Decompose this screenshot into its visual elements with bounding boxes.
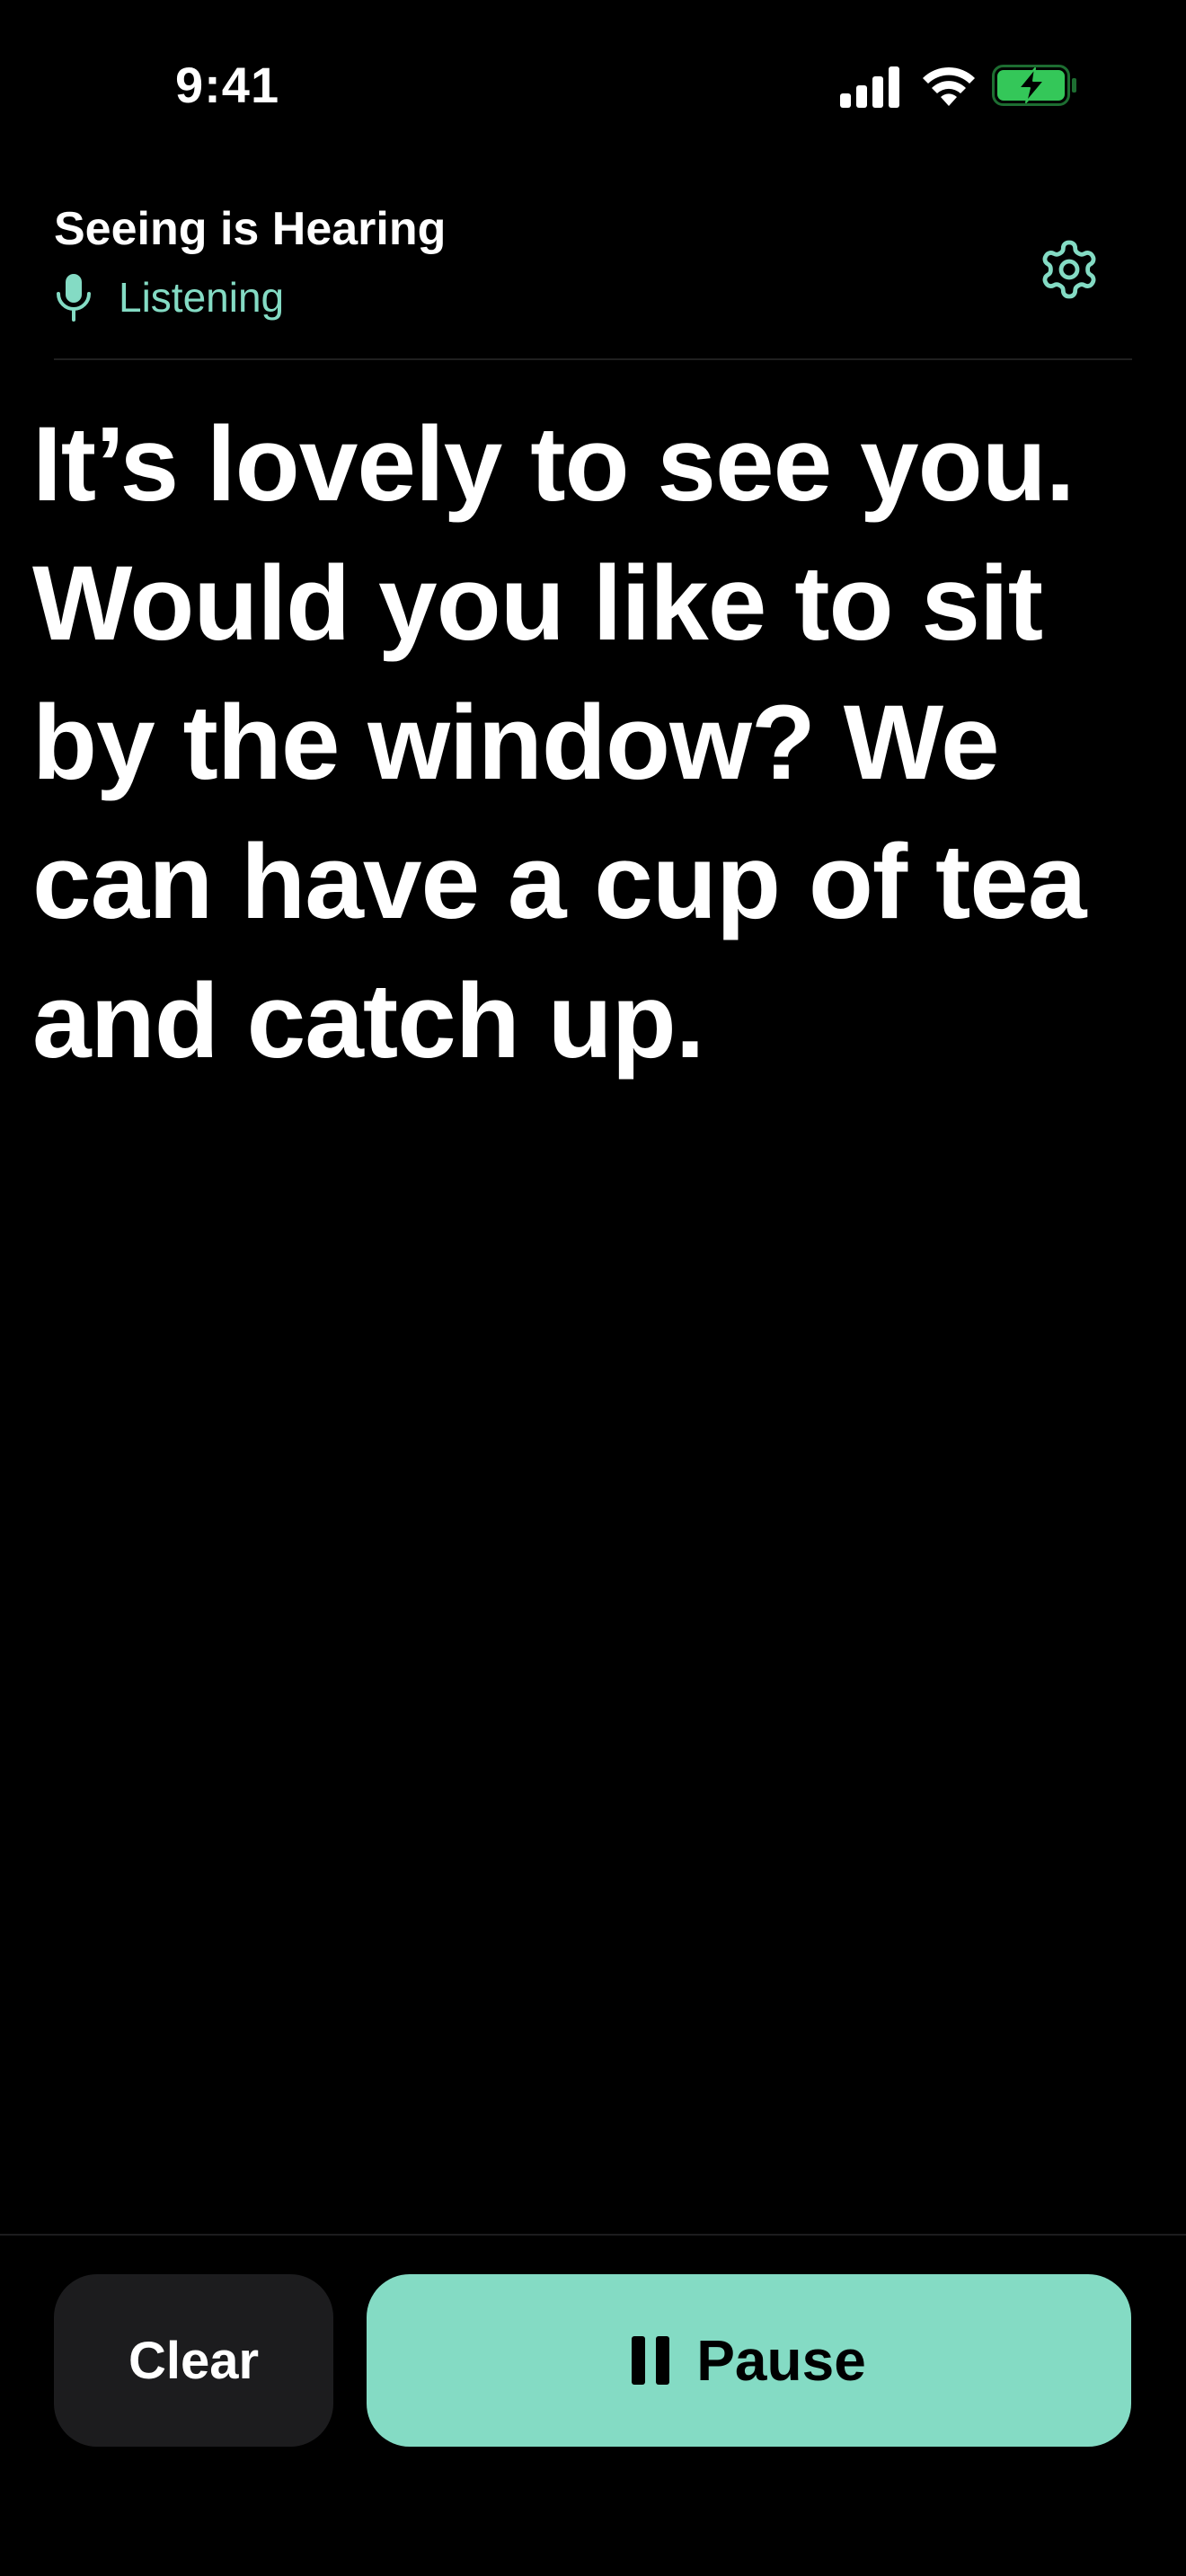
status-time: 9:41: [175, 57, 280, 113]
settings-button[interactable]: [1029, 229, 1110, 310]
mic-icon: [57, 274, 91, 322]
header-divider: [54, 358, 1132, 360]
controls-divider: [0, 2234, 1186, 2236]
pause-icon: [632, 2336, 670, 2385]
app-header: Seeing is Hearing Listening: [54, 202, 1132, 359]
pause-button-label: Pause: [696, 2328, 866, 2393]
clear-button[interactable]: Clear: [54, 2274, 333, 2447]
pause-button[interactable]: Pause: [367, 2274, 1131, 2447]
wifi-icon: [923, 66, 975, 106]
live-transcript: It’s lovely to see you. Would you like t…: [32, 405, 1087, 1081]
gear-icon: [1042, 240, 1096, 299]
status-bar: 9:41: [0, 0, 1186, 171]
listening-status: Listening: [54, 270, 284, 324]
clear-button-label: Clear: [128, 2331, 260, 2390]
battery-charging-icon: [992, 65, 1076, 106]
signal-icon: [840, 66, 899, 108]
app-title: Seeing is Hearing: [54, 203, 447, 255]
listening-label: Listening: [119, 274, 285, 321]
